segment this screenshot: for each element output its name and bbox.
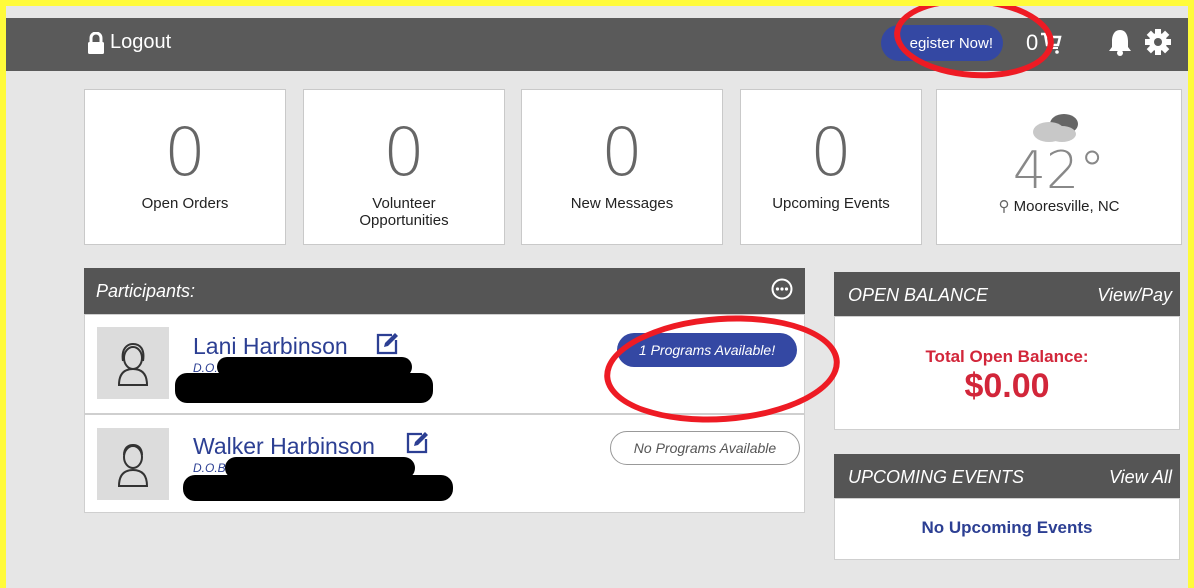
new-messages-count: 0 (601, 114, 643, 191)
total-open-balance-amount: $0.00 (964, 367, 1050, 405)
male-avatar-icon (117, 443, 149, 487)
cloud-icon (1033, 114, 1078, 142)
upcoming-events-title: UPCOMING EVENTS (848, 467, 1025, 487)
participant-name[interactable]: Lani Harbinson (193, 333, 348, 360)
volunteer-opportunities-card[interactable]: 0 Volunteer Opportunities (303, 89, 505, 245)
female-avatar-icon (117, 342, 149, 386)
redaction-mark (175, 373, 433, 403)
weather-location: ⚲ Mooresville, NC (937, 197, 1181, 215)
volunteer-opportunities-count: 0 (383, 114, 425, 191)
upcoming-events-body: No Upcoming Events (834, 498, 1180, 560)
weather-temperature: 42° (1012, 141, 1106, 201)
location-pin-icon: ⚲ (998, 198, 1010, 215)
open-orders-card[interactable]: 0 Open Orders (84, 89, 286, 245)
participant-name-label: Walker Harbinson (193, 433, 375, 459)
weather-location-label: Mooresville, NC (1013, 198, 1120, 215)
open-balance-title: OPEN BALANCE (848, 285, 989, 305)
view-all-link[interactable]: View All (1109, 467, 1172, 488)
no-programs-button[interactable]: No Programs Available (610, 431, 800, 465)
upcoming-events-header: UPCOMING EVENTS View All (834, 454, 1180, 498)
edit-icon[interactable] (405, 431, 429, 455)
view-pay-link[interactable]: View/Pay (1097, 285, 1172, 306)
volunteer-opportunities-label: Volunteer Opportunities (359, 195, 449, 229)
open-balance-body: Total Open Balance: $0.00 (834, 316, 1180, 430)
weather-card: 42° ⚲ Mooresville, NC (936, 89, 1182, 245)
participant-name[interactable]: Walker Harbinson (193, 433, 375, 460)
upcoming-events-label: Upcoming Events (772, 195, 890, 212)
open-orders-label: Open Orders (141, 195, 229, 212)
avatar (97, 327, 169, 399)
annotation-circle (891, 6, 1057, 84)
bell-icon[interactable] (1107, 28, 1133, 56)
lock-icon (88, 31, 104, 54)
open-balance-header: OPEN BALANCE View/Pay (834, 272, 1180, 316)
participant-row: Walker Harbinson D.O.B: No Programs Avai… (84, 414, 805, 513)
no-upcoming-events-text: No Upcoming Events (921, 518, 1093, 537)
total-open-balance-label: Total Open Balance: (925, 347, 1089, 366)
upcoming-events-card[interactable]: 0 Upcoming Events (740, 89, 922, 245)
dashboard-page: Logout egister Now! 0 0 Open Orders 0 Vo… (6, 6, 1188, 588)
new-messages-card[interactable]: 0 New Messages (521, 89, 723, 245)
redaction-mark (183, 475, 453, 501)
gear-icon[interactable] (1145, 28, 1171, 56)
new-messages-label: New Messages (570, 195, 674, 212)
upcoming-events-count: 0 (810, 114, 852, 191)
logout-label: Logout (110, 31, 172, 53)
participants-title: Participants: (96, 281, 196, 301)
open-orders-count: 0 (164, 114, 206, 191)
more-options-icon[interactable] (771, 278, 793, 300)
participant-dob-label: D.O.B: (193, 461, 230, 475)
edit-icon[interactable] (375, 332, 399, 356)
participant-name-label: Lani Harbinson (193, 333, 348, 359)
logout-link[interactable]: Logout (86, 31, 171, 54)
avatar (97, 428, 169, 500)
participants-header: Participants: (84, 268, 805, 314)
